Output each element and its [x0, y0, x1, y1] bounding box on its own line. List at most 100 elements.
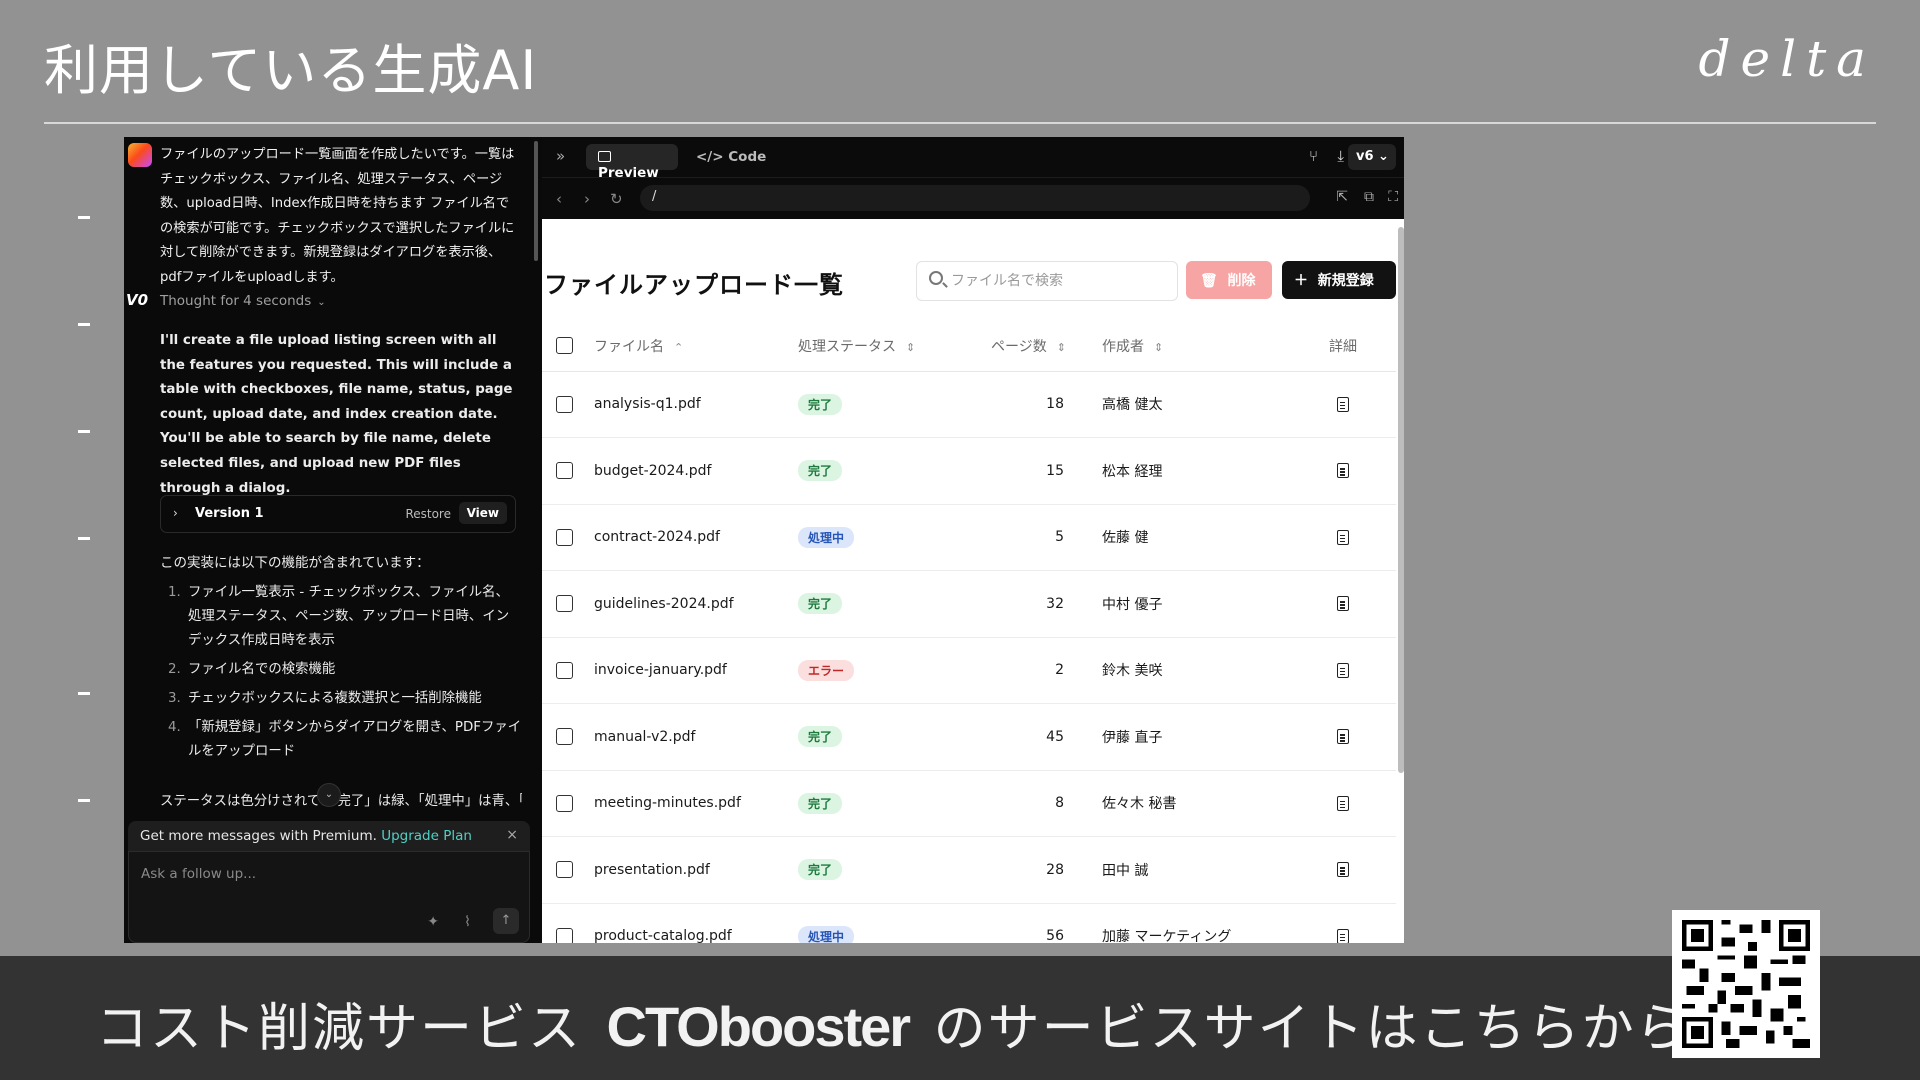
- url-input[interactable]: /: [640, 185, 1310, 211]
- column-author[interactable]: 作成者 ⇕: [1076, 321, 1290, 372]
- back-icon[interactable]: ‹: [556, 190, 562, 208]
- document-icon[interactable]: [1337, 862, 1349, 878]
- scroll-down-icon[interactable]: ⌄: [317, 783, 341, 807]
- sparkle-icon[interactable]: ✦: [427, 914, 439, 930]
- bullet-dash: [78, 692, 90, 695]
- table-row[interactable]: product-catalog.pdf 処理中 56 加藤 マーケティング: [542, 903, 1396, 943]
- bullet-dash: [78, 430, 90, 433]
- table-row[interactable]: contract-2024.pdf 処理中 5 佐藤 健: [542, 504, 1396, 571]
- document-icon[interactable]: [1337, 529, 1349, 545]
- row-checkbox[interactable]: [556, 927, 573, 943]
- row-checkbox[interactable]: [556, 728, 573, 746]
- new-register-button[interactable]: ＋ 新規登録: [1282, 261, 1396, 299]
- status-badge: 完了: [798, 393, 843, 415]
- document-icon[interactable]: [1337, 662, 1349, 678]
- delete-button[interactable]: 🗑 削除: [1186, 261, 1272, 299]
- send-button[interactable]: ↑: [493, 908, 519, 934]
- followup-input[interactable]: Ask a follow up...: [141, 866, 256, 882]
- page-count-cell: 56: [980, 903, 1076, 943]
- list-item: 4. 「新規登録」ボタンからダイアログを開き、PDFファイルをアップロード: [168, 720, 522, 759]
- forward-icon[interactable]: ›: [584, 190, 590, 208]
- document-icon[interactable]: [1337, 596, 1349, 612]
- followup-composer[interactable]: Ask a follow up... ✦ ⌇ ↑: [128, 851, 530, 943]
- preview-panel: » Preview </> Code ⑂ ⤓ v6 ⌄ ‹ › ↻ / ⇱ ⧉ …: [542, 137, 1404, 943]
- author-cell: 鈴木 美咲: [1076, 637, 1290, 704]
- document-icon[interactable]: [1337, 396, 1349, 412]
- author-cell: 田中 誠: [1076, 836, 1290, 904]
- table-row[interactable]: analysis-q1.pdf 完了 18 高橋 健太: [542, 371, 1396, 438]
- thought-toggle[interactable]: Thought for 4 seconds ⌄: [160, 293, 326, 309]
- author-cell: 伊藤 直子: [1076, 703, 1290, 771]
- status-badge: エラー: [798, 659, 855, 681]
- page-count-cell: 18: [980, 371, 1076, 438]
- view-button[interactable]: View: [458, 502, 507, 524]
- search-input[interactable]: [951, 270, 1171, 292]
- pointer-icon[interactable]: ⇱: [1336, 189, 1348, 205]
- tab-code[interactable]: </> Code: [696, 149, 766, 165]
- author-cell: 佐々木 秘書: [1076, 770, 1290, 837]
- cta-suffix: のサービスサイトはこちらから▶: [933, 999, 1732, 1059]
- row-checkbox[interactable]: [556, 794, 573, 812]
- row-checkbox[interactable]: [556, 528, 573, 546]
- download-icon[interactable]: ⤓: [1337, 147, 1344, 165]
- footer-cta[interactable]: コスト削減サービス CTObooster のサービスサイトはこちらから▶: [96, 986, 1732, 1061]
- author-cell: 松本 経理: [1076, 437, 1290, 505]
- file-name-cell: presentation.pdf: [594, 836, 798, 904]
- plus-icon: ＋: [1294, 273, 1308, 289]
- fullscreen-icon[interactable]: ⛶: [1388, 189, 1398, 205]
- row-checkbox[interactable]: [556, 595, 573, 613]
- upgrade-plan-link[interactable]: Upgrade Plan: [381, 828, 472, 844]
- brand-logo: delta: [1698, 30, 1876, 88]
- page-count-cell: 15: [980, 437, 1076, 505]
- chat-scrollbar[interactable]: [534, 141, 538, 261]
- table-row[interactable]: guidelines-2024.pdf 完了 32 中村 優子: [542, 570, 1396, 638]
- version-card[interactable]: › Version 1 Restore View: [160, 495, 516, 533]
- close-icon[interactable]: ×: [506, 827, 518, 843]
- column-pages[interactable]: ページ数 ⇕: [980, 321, 1076, 372]
- table-row[interactable]: invoice-january.pdf エラー 2 鈴木 美咲: [542, 637, 1396, 704]
- chevron-down-icon: ⌄: [317, 297, 326, 308]
- status-note: ステータスは色分けされてお 完了」は緑、「処理中」は青、「エ: [160, 794, 522, 809]
- refresh-icon[interactable]: ↻: [610, 190, 623, 208]
- file-name-cell: invoice-january.pdf: [594, 637, 798, 704]
- row-checkbox[interactable]: [556, 462, 573, 480]
- tab-preview[interactable]: Preview: [586, 144, 678, 181]
- version-select[interactable]: v6 ⌄: [1348, 144, 1396, 170]
- sort-icon: ⇕: [1154, 340, 1164, 354]
- fork-icon[interactable]: ⑂: [1309, 147, 1318, 165]
- paperclip-icon[interactable]: ⌇: [464, 914, 471, 930]
- table-row[interactable]: presentation.pdf 完了 28 田中 誠: [542, 836, 1396, 904]
- footer-banner[interactable]: コスト削減サービス CTObooster のサービスサイトはこちらから▶: [0, 956, 1920, 1080]
- page-count-cell: 8: [980, 770, 1076, 837]
- chevron-right-icon: ›: [173, 506, 178, 520]
- file-name-cell: analysis-q1.pdf: [594, 371, 798, 438]
- slide-title: 利用している生成AI: [44, 39, 538, 102]
- assistant-reply: I'll create a file upload listing screen…: [160, 333, 513, 496]
- premium-text: Get more messages with Premium.: [140, 828, 377, 844]
- row-checkbox[interactable]: [556, 861, 573, 879]
- document-icon[interactable]: [1337, 463, 1349, 479]
- document-icon[interactable]: [1337, 928, 1349, 943]
- page-count-cell: 45: [980, 703, 1076, 771]
- page-count-cell: 32: [980, 570, 1076, 638]
- select-all-checkbox[interactable]: [556, 337, 573, 355]
- row-checkbox[interactable]: [556, 661, 573, 679]
- column-filename[interactable]: ファイル名 ⌃: [594, 321, 798, 372]
- sort-icon: ⇕: [906, 340, 916, 354]
- preview-scrollbar[interactable]: [1398, 227, 1404, 773]
- qr-code[interactable]: [1672, 910, 1820, 1058]
- document-icon[interactable]: [1337, 729, 1349, 745]
- document-icon[interactable]: [1337, 795, 1349, 811]
- search-box[interactable]: [916, 261, 1178, 301]
- file-name-cell: meeting-minutes.pdf: [594, 770, 798, 837]
- expand-icon[interactable]: »: [556, 147, 565, 165]
- table-row[interactable]: manual-v2.pdf 完了 45 伊藤 直子: [542, 703, 1396, 771]
- row-checkbox[interactable]: [556, 395, 573, 413]
- sort-asc-icon: ⌃: [674, 340, 684, 354]
- table-row[interactable]: meeting-minutes.pdf 完了 8 佐々木 秘書: [542, 770, 1396, 837]
- table-row[interactable]: budget-2024.pdf 完了 15 松本 経理: [542, 437, 1396, 505]
- restore-button[interactable]: Restore: [405, 507, 451, 521]
- thought-label: Thought for 4 seconds: [160, 293, 312, 309]
- new-window-icon[interactable]: ⧉: [1364, 189, 1374, 205]
- column-status[interactable]: 処理ステータス ⇕: [798, 321, 980, 372]
